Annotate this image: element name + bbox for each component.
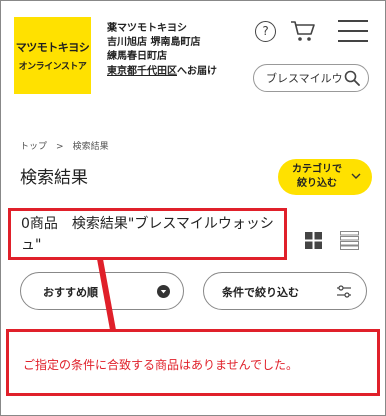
delivery-area: 東京都千代田区へお届け bbox=[107, 65, 217, 79]
hamburger-menu-icon[interactable] bbox=[338, 20, 368, 42]
result-summary: 0商品 検索結果"ブレスマイルウォッシュ" bbox=[21, 216, 274, 253]
breadcrumb-separator: > bbox=[56, 142, 64, 152]
category-filter-label: カテゴリで 絞り込む bbox=[290, 163, 344, 191]
search-bar[interactable] bbox=[253, 64, 369, 92]
breadcrumb-current: 検索結果 bbox=[72, 142, 109, 152]
logo-sub-text: オンラインストア bbox=[18, 62, 87, 72]
empty-result-highlight: ご指定の条件に合致する商品はありませんでした。 bbox=[6, 329, 380, 396]
grid-view-icon[interactable] bbox=[305, 232, 322, 249]
logo-main-text: マツモトキヨシ bbox=[15, 41, 90, 54]
brand-logo[interactable]: マツモトキヨシ オンラインストア bbox=[14, 17, 91, 94]
filter-label: 条件で絞り込む bbox=[222, 286, 299, 299]
delivery-address-link[interactable]: 東京都千代田区 bbox=[107, 66, 177, 77]
category-filter-line: 絞り込む bbox=[297, 178, 337, 189]
category-filter-line: カテゴリで bbox=[292, 164, 342, 175]
sort-label: おすすめ順 bbox=[43, 286, 98, 299]
page-title: 検索結果 bbox=[20, 168, 88, 188]
search-icon[interactable] bbox=[344, 70, 360, 86]
category-filter-button[interactable]: カテゴリで 絞り込む bbox=[278, 159, 372, 195]
store-line: 吉川旭店 堺南島町店 bbox=[107, 37, 201, 48]
store-line: 薬マツモトキヨシ bbox=[107, 23, 187, 34]
sort-button[interactable]: おすすめ順 bbox=[20, 272, 184, 310]
chevron-down-icon bbox=[351, 173, 361, 179]
result-summary-highlight: 0商品 検索結果"ブレスマイルウォッシュ" bbox=[8, 208, 287, 260]
delivery-suffix: へお届け bbox=[177, 66, 217, 77]
dropdown-icon bbox=[157, 285, 170, 298]
sliders-icon bbox=[337, 285, 351, 298]
store-info: 薬マツモトキヨシ 吉川旭店 堺南島町店 練馬春日町店 東京都千代田区へお届け bbox=[107, 22, 217, 79]
cart-icon[interactable] bbox=[290, 19, 316, 43]
store-line: 練馬春日町店 bbox=[107, 51, 167, 62]
help-icon[interactable]: ? bbox=[255, 21, 276, 42]
search-input[interactable] bbox=[266, 65, 342, 91]
breadcrumb-home[interactable]: トップ bbox=[20, 142, 47, 152]
list-view-icon[interactable] bbox=[340, 231, 359, 250]
empty-result-message: ご指定の条件に合致する商品はありませんでした。 bbox=[23, 358, 299, 372]
filter-button[interactable]: 条件で絞り込む bbox=[203, 272, 367, 310]
breadcrumb: トップ > 検索結果 bbox=[20, 139, 109, 152]
